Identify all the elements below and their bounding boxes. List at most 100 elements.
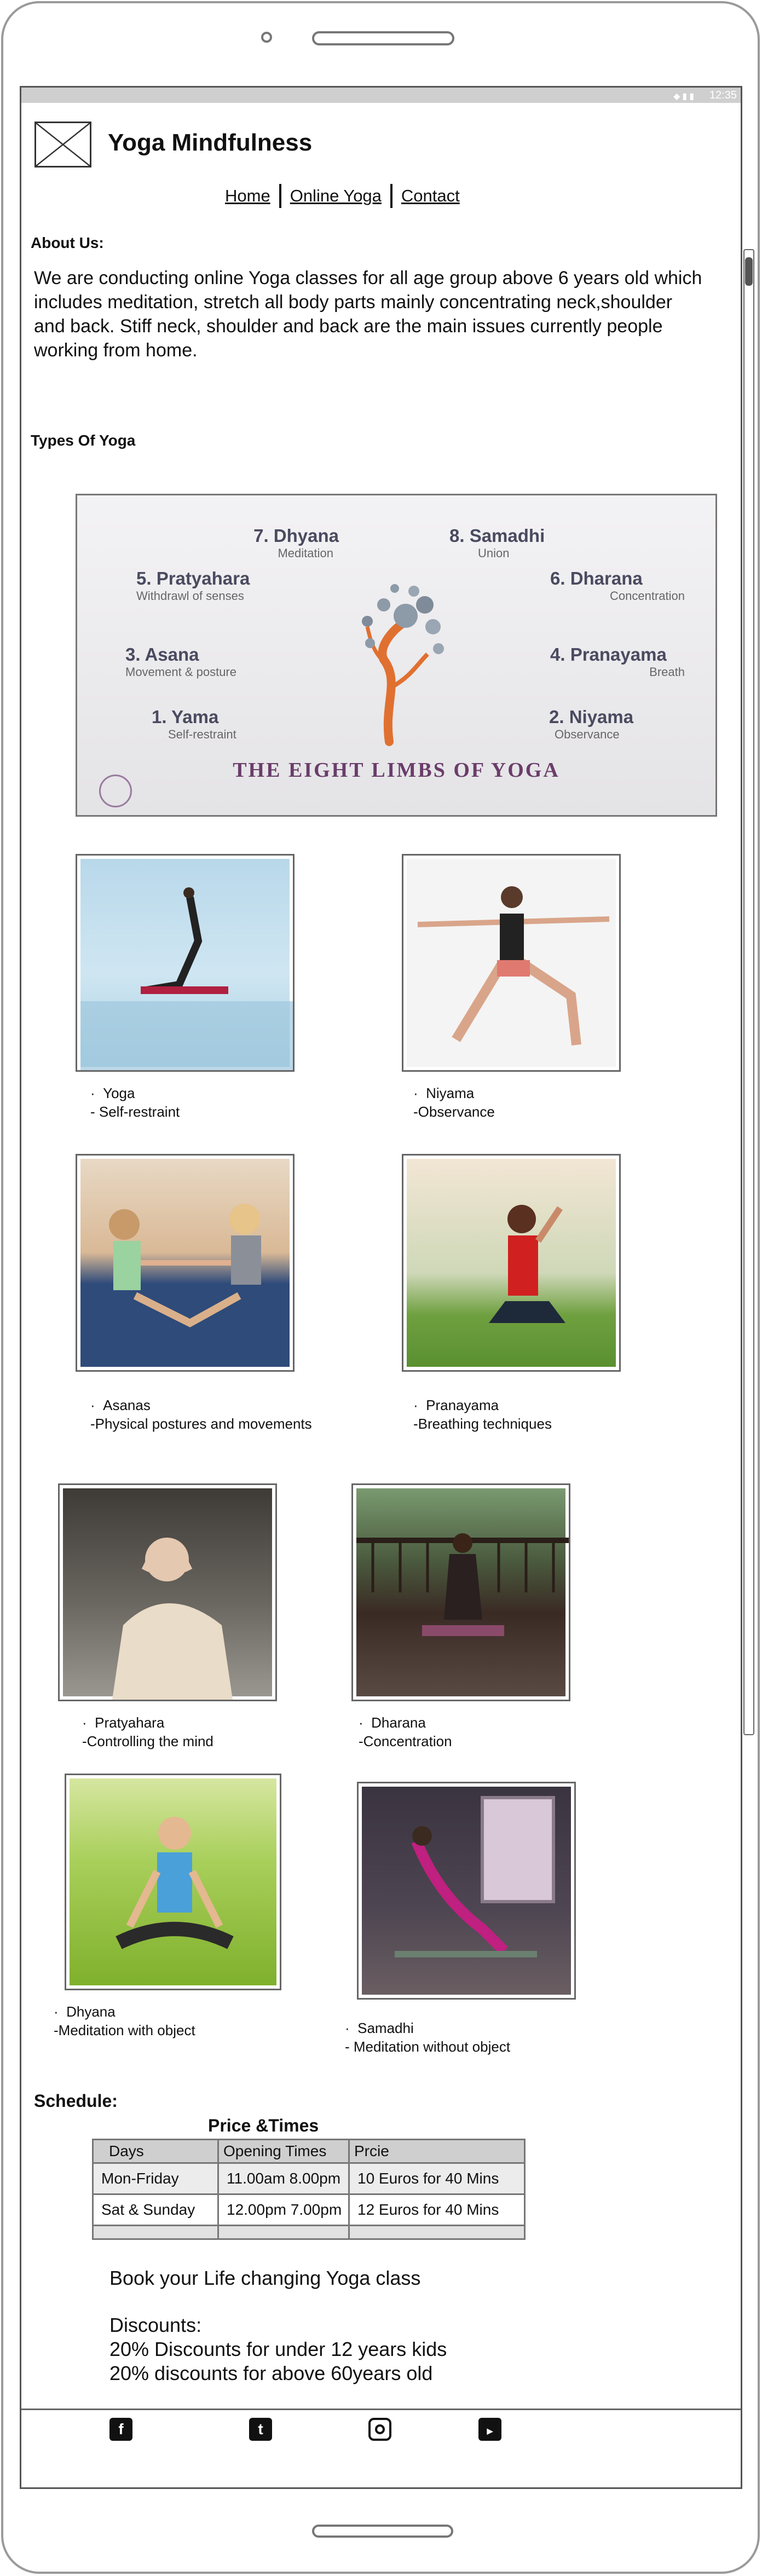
card-title: Pratyahara — [95, 1714, 165, 1731]
tree-illustration — [362, 584, 444, 746]
about-text: We are conducting online Yoga classes fo… — [34, 268, 702, 361]
card-caption: · Pratyahara -Controlling the mind — [82, 1714, 213, 1749]
types-heading: Types Of Yoga — [31, 432, 136, 449]
pranayama-photo — [402, 1154, 621, 1372]
card-title: Dhyana — [66, 2003, 116, 2020]
card-caption: · Samadhi - Meditation without object — [345, 2020, 511, 2055]
card-subtitle: -Meditation with object — [54, 2022, 195, 2038]
facebook-icon[interactable]: f — [109, 2418, 132, 2441]
limbs-image-title: THE EIGHT LIMBS OF YOGA — [233, 759, 560, 782]
table-cell: 12.00pm 7.00pm — [217, 2193, 350, 2226]
book-class-text: Book your Life changing Yoga class — [109, 2267, 421, 2289]
card-title: Pranayama — [426, 1397, 499, 1413]
main-nav: Home Online Yoga Contact — [225, 184, 460, 208]
limb-name: 2. Niyama — [549, 707, 634, 727]
limb-name: 6. Dharana — [550, 568, 643, 588]
site-title: Yoga Mindfulness — [108, 129, 313, 156]
card-title: Dharana — [371, 1714, 426, 1731]
card-title: Yoga — [103, 1085, 135, 1101]
signal-battery-icons: ◆▮▮ — [673, 92, 696, 101]
card-title: Asanas — [103, 1397, 151, 1413]
about-heading: About Us: — [31, 234, 104, 251]
dhyana-photo — [65, 1774, 281, 1990]
status-bar — [21, 88, 741, 103]
instagram-icon[interactable] — [368, 2418, 391, 2441]
table-cell: 11.00am 8.00pm — [217, 2162, 350, 2195]
nav-divider — [279, 184, 281, 208]
promo-block: Book your Life changing Yoga class Disco… — [109, 2266, 447, 2386]
nav-online-yoga[interactable]: Online Yoga — [290, 186, 382, 206]
kids-yoga-figure — [109, 1204, 261, 1327]
asanas-photo — [76, 1154, 295, 1372]
limb-sub: Movement & posture — [125, 665, 236, 679]
logo-placeholder[interactable] — [34, 122, 91, 168]
column-header: Prcie — [348, 2139, 526, 2164]
samadhi-photo — [357, 1782, 576, 2000]
card-subtitle: -Breathing techniques — [413, 1416, 552, 1432]
limb-sub: Breath — [649, 665, 685, 679]
pratyahara-photo — [58, 1483, 277, 1701]
table-header-row: Days Opening Times Prcie — [92, 2139, 526, 2164]
youtube-icon[interactable]: ▶ — [478, 2418, 501, 2441]
column-header: Days — [92, 2139, 219, 2164]
table-cell: 10 Euros for 40 Mins — [348, 2162, 526, 2195]
card-title: Samadhi — [357, 2020, 414, 2036]
niyama-photo — [402, 854, 621, 1072]
advanced-pose-figure — [395, 1796, 555, 1957]
limb-sub: Union — [478, 546, 510, 560]
limb-name: 7. Dhyana — [253, 525, 339, 546]
card-title: Niyama — [426, 1085, 475, 1101]
card-caption: · Yoga - Self-restraint — [90, 1085, 180, 1120]
meditating-woman-figure — [112, 1538, 233, 1700]
card-subtitle: -Observance — [413, 1104, 495, 1120]
twitter-icon[interactable]: t — [249, 2418, 272, 2441]
card-caption: · Pranayama -Breathing techniques — [413, 1397, 552, 1432]
card-caption: · Dharana -Concentration — [359, 1714, 452, 1749]
nav-home[interactable]: Home — [225, 186, 270, 206]
camera-dot — [261, 32, 272, 43]
card-subtitle: -Controlling the mind — [82, 1733, 213, 1749]
table-row: Mon-Friday 11.00am 8.00pm 10 Euros for 4… — [92, 2162, 526, 2195]
card-subtitle: -Physical postures and movements — [90, 1416, 312, 1432]
image-placeholder-icon — [36, 123, 90, 166]
limb-sub: Meditation — [278, 546, 333, 560]
discount-item: 20% discounts for above 60years old — [109, 2362, 433, 2384]
balcony-yoga-figure — [356, 1533, 569, 1636]
table-cell: Sat & Sunday — [92, 2193, 219, 2226]
speaker-slot — [312, 31, 454, 45]
discount-heading: Discounts: — [109, 2314, 202, 2336]
nav-divider — [390, 184, 392, 208]
card-subtitle: -Concentration — [359, 1733, 452, 1749]
yoga-photo — [76, 854, 295, 1072]
warrior-pose-figure — [417, 886, 610, 1046]
breathing-pose-figure — [489, 1205, 565, 1323]
dharana-photo — [351, 1483, 570, 1701]
limb-name: 8. Samadhi — [449, 525, 545, 546]
card-caption: · Asanas -Physical postures and movement… — [90, 1397, 312, 1432]
limb-name: 3. Asana — [125, 644, 199, 665]
scrollbar-thumb[interactable] — [745, 257, 753, 286]
table-row: Sat & Sunday 12.00pm 7.00pm 12 Euros for… — [92, 2193, 526, 2226]
card-caption: · Dhyana -Meditation with object — [54, 2003, 195, 2038]
price-times-heading: Price &Times — [208, 2116, 319, 2135]
yoga-pose-figure — [80, 887, 293, 1070]
schedule-table: Days Opening Times Prcie Mon-Friday 11.0… — [92, 2139, 526, 2240]
column-header: Opening Times — [217, 2139, 350, 2164]
om-logo-icon — [99, 775, 132, 807]
home-button[interactable] — [312, 2525, 453, 2538]
card-subtitle: - Self-restraint — [90, 1104, 180, 1120]
table-cell: 12 Euros for 40 Mins — [348, 2193, 526, 2226]
limb-sub: Observance — [555, 727, 620, 741]
card-subtitle: - Meditation without object — [345, 2038, 511, 2055]
status-time: 12:35 — [709, 89, 737, 101]
nav-contact[interactable]: Contact — [401, 186, 460, 206]
eight-limbs-image: 7. Dhyana Meditation 8. Samadhi Union 5.… — [76, 494, 717, 817]
table-cell: Mon-Friday — [92, 2162, 219, 2195]
table-row — [92, 2225, 526, 2240]
card-caption: · Niyama -Observance — [413, 1085, 495, 1120]
limb-name: 1. Yama — [152, 707, 219, 727]
limb-sub: Withdrawl of senses — [136, 589, 244, 603]
scrollbar[interactable] — [743, 249, 754, 1735]
limb-name: 4. Pranayama — [550, 644, 667, 665]
schedule-heading: Schedule: — [34, 2091, 118, 2111]
